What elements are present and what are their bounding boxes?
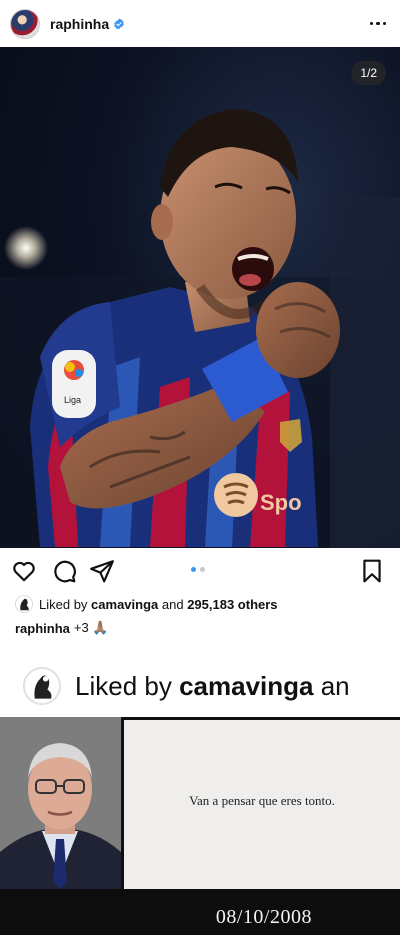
post-caption: raphinha +3 🙏🏽 [15, 620, 109, 636]
post-image[interactable]: Liga Spo 1/2 [0, 47, 400, 548]
likes-summary[interactable]: Liked by camavinga and 295,183 others [15, 594, 278, 614]
zoom-suffix: an [320, 670, 350, 701]
post-header: raphinha [0, 0, 400, 47]
heart-icon[interactable] [11, 558, 37, 584]
meme-date: 08/10/2008 [215, 906, 312, 928]
bookmark-icon[interactable] [359, 558, 385, 584]
liked-by-user[interactable]: camavinga [91, 597, 158, 612]
zoomed-likes-banner: Liked by camavinga an [0, 655, 400, 717]
liked-by-prefix: Liked by [39, 596, 88, 612]
carousel-dot [200, 567, 205, 572]
meme-quote: Van a pensar que eres tonto. [189, 792, 335, 808]
date-bar [0, 889, 400, 935]
carousel-dot-active [191, 567, 196, 572]
image-counter: 1/2 [351, 61, 386, 85]
caption-username[interactable]: raphinha [15, 621, 70, 636]
older-man-portrait [0, 717, 121, 889]
svg-text:Liga: Liga [64, 395, 81, 405]
quote-panel: Van a pensar que eres tonto. [124, 720, 400, 889]
verified-badge-icon [114, 18, 124, 29]
more-options-icon[interactable] [368, 14, 389, 34]
liker-avatar[interactable] [15, 595, 33, 613]
zoomed-likes-text: Liked by camavinga an [75, 671, 350, 702]
svg-text:Spo: Spo [260, 490, 302, 515]
carousel-indicator [191, 567, 205, 572]
share-icon[interactable] [89, 558, 115, 584]
caption-text: +3 🙏🏽 [73, 620, 109, 635]
post-actions [0, 552, 400, 588]
profile-avatar[interactable] [10, 8, 40, 39]
comment-icon[interactable] [51, 558, 77, 584]
zoom-user: camavinga [179, 670, 314, 701]
liked-by-others[interactable]: 295,183 others [187, 597, 277, 612]
username[interactable]: raphinha [50, 16, 109, 32]
meme-panel: Van a pensar que eres tonto. 08/10/2008 [0, 717, 400, 935]
liked-by-mid: and [161, 596, 184, 612]
zoom-prefix: Liked by [75, 670, 172, 701]
liker-avatar-large [23, 667, 61, 705]
portrait-image [0, 717, 121, 889]
player-photo: Liga Spo [0, 109, 400, 548]
